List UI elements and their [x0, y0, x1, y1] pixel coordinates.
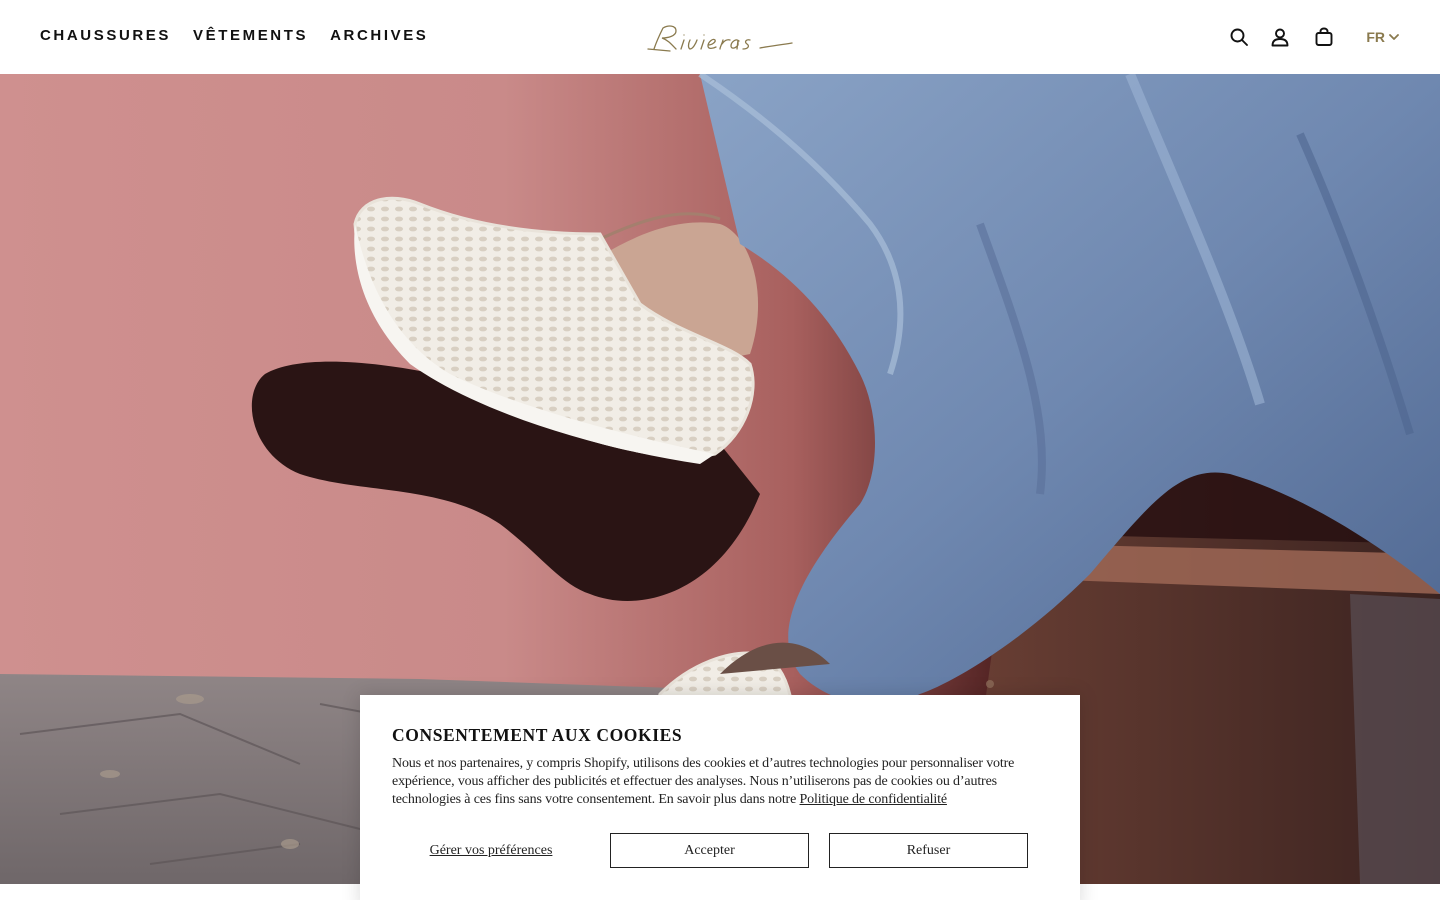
shopping-bag-icon[interactable]: [1312, 24, 1336, 50]
nav-link-archives[interactable]: ARCHIVES: [330, 27, 428, 44]
language-selector[interactable]: FR: [1366, 29, 1400, 45]
privacy-policy-link[interactable]: Politique de confidentialité: [800, 792, 948, 807]
decline-cookies-button[interactable]: Refuser: [829, 833, 1028, 868]
site-header: CHAUSSURES VÊTEMENTS ARCHIVES FR: [0, 0, 1440, 74]
chevron-down-icon: [1389, 34, 1399, 40]
manage-preferences-button[interactable]: Gérer vos préférences: [392, 833, 590, 868]
cookie-description: Nous et nos partenaires, y compris Shopi…: [392, 755, 1048, 809]
search-icon[interactable]: [1227, 24, 1251, 50]
accept-cookies-button[interactable]: Accepter: [610, 833, 809, 868]
language-label: FR: [1366, 29, 1385, 45]
cookie-consent-banner: CONSENTEMENT AUX COOKIES Nous et nos par…: [360, 695, 1080, 900]
main-nav: CHAUSSURES VÊTEMENTS ARCHIVES: [40, 27, 428, 44]
brand-logo[interactable]: [640, 18, 800, 58]
nav-link-vetements[interactable]: VÊTEMENTS: [193, 27, 308, 44]
nav-link-chaussures[interactable]: CHAUSSURES: [40, 27, 171, 44]
header-actions: FR: [1227, 24, 1400, 50]
cookie-title: CONSENTEMENT AUX COOKIES: [392, 725, 683, 745]
brand-logo-wordmark: [647, 25, 793, 52]
cookie-actions: Gérer vos préférences Accepter Refuser: [392, 833, 1028, 868]
user-icon[interactable]: [1268, 24, 1292, 50]
